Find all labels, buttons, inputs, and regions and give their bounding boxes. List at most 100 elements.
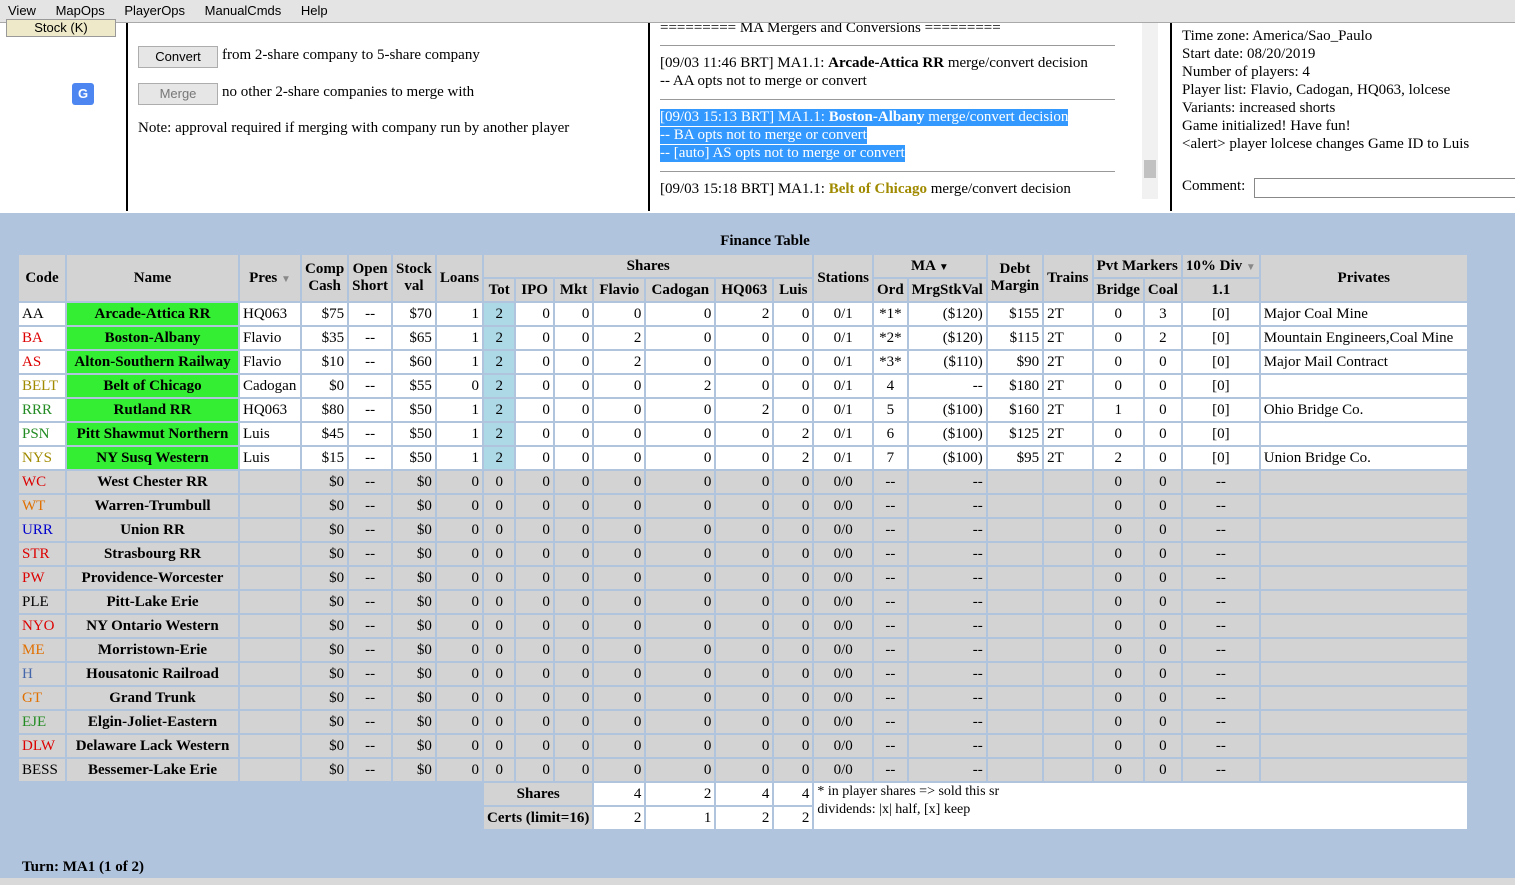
header-debt-margin[interactable]: Debt Margin: [987, 255, 1043, 301]
cell-name[interactable]: NY Ontario Western: [67, 615, 238, 637]
header-open-short[interactable]: Open Short: [349, 255, 392, 301]
cell-code[interactable]: WC: [19, 471, 65, 493]
header-ma[interactable]: MA ▼: [874, 255, 986, 277]
header-player-cadogan[interactable]: Cadogan: [646, 279, 715, 301]
cell-code[interactable]: ME: [19, 639, 65, 661]
cell-name[interactable]: Warren-Trumbull: [67, 495, 238, 517]
header-code[interactable]: Code: [19, 255, 65, 301]
cell-code[interactable]: GT: [19, 687, 65, 709]
header-pres[interactable]: Pres ▼: [240, 255, 300, 301]
cell-code[interactable]: RRR: [19, 399, 65, 421]
header-stations[interactable]: Stations: [814, 255, 872, 301]
cell-name[interactable]: Alton-Southern Railway: [67, 351, 238, 373]
header-bridge[interactable]: Bridge: [1093, 279, 1143, 301]
cell-debt: $115: [987, 327, 1043, 349]
cell-h: 0: [716, 519, 773, 541]
cell-code[interactable]: DLW: [19, 735, 65, 757]
header-privates[interactable]: Privates: [1260, 255, 1467, 301]
cell-code[interactable]: PSN: [19, 423, 65, 445]
header-loans[interactable]: Loans: [436, 255, 483, 301]
cell-code[interactable]: WT: [19, 495, 65, 517]
header-ord[interactable]: Ord: [874, 279, 907, 301]
finance-table: Code Name Pres ▼ Comp Cash Open Short Stoc…: [17, 253, 1469, 831]
cell-code[interactable]: PLE: [19, 591, 65, 613]
cell-tot: 0: [484, 591, 515, 613]
header-player-luis[interactable]: Luis: [774, 279, 813, 301]
header-stock-val[interactable]: Stock val: [393, 255, 435, 301]
header-tot[interactable]: Tot: [484, 279, 515, 301]
cell-ord: *1*: [874, 303, 907, 325]
header-mrgstkval[interactable]: MrgStkVal: [908, 279, 986, 301]
header-div-round: 1.1: [1182, 279, 1259, 301]
summary-shares-luis: 4: [774, 783, 813, 805]
cell-code[interactable]: URR: [19, 519, 65, 541]
cell-pres: Luis: [240, 423, 300, 445]
cell-code[interactable]: AS: [19, 351, 65, 373]
menu-mapops[interactable]: MapOps: [48, 0, 113, 18]
cell-code[interactable]: BA: [19, 327, 65, 349]
header-coal[interactable]: Coal: [1144, 279, 1181, 301]
cell-name[interactable]: Pitt Shawmut Northern: [67, 423, 238, 445]
cell-code[interactable]: BELT: [19, 375, 65, 397]
header-div[interactable]: 10% Div ▼: [1182, 255, 1259, 277]
comment-input[interactable]: [1254, 178, 1515, 198]
header-comp-cash[interactable]: Comp Cash: [302, 255, 348, 301]
player-count-text: Number of players: 4: [1182, 64, 1310, 80]
translate-icon[interactable]: G: [72, 83, 94, 105]
header-name[interactable]: Name: [67, 255, 238, 301]
cell-name[interactable]: Boston-Albany: [67, 327, 238, 349]
cell-ipo: 0: [516, 615, 553, 637]
cell-f: 0: [594, 375, 645, 397]
cell-name[interactable]: Union RR: [67, 519, 238, 541]
convert-button[interactable]: Convert: [138, 46, 218, 68]
cell-name[interactable]: Delaware Lack Western: [67, 735, 238, 757]
cell-name[interactable]: Arcade-Attica RR: [67, 303, 238, 325]
cell-name[interactable]: Elgin-Joliet-Eastern: [67, 711, 238, 733]
cell-code[interactable]: STR: [19, 543, 65, 565]
cell-trains: 2T: [1044, 303, 1092, 325]
cell-name[interactable]: Grand Trunk: [67, 687, 238, 709]
header-player-hq063[interactable]: HQ063: [716, 279, 773, 301]
cell-bridge: 0: [1093, 495, 1143, 517]
cell-priv: [1260, 735, 1467, 757]
cell-name[interactable]: Pitt-Lake Erie: [67, 591, 238, 613]
game-log[interactable]: ========= MA Mergers and Conversions ===…: [650, 23, 1172, 211]
cell-code[interactable]: EJE: [19, 711, 65, 733]
menu-help[interactable]: Help: [293, 0, 336, 18]
cell-code[interactable]: BESS: [19, 759, 65, 781]
cell-name[interactable]: Morristown-Erie: [67, 639, 238, 661]
cell-name[interactable]: Housatonic Railroad: [67, 663, 238, 685]
header-player-flavio[interactable]: Flavio: [594, 279, 645, 301]
cell-pres: [240, 471, 300, 493]
header-trains[interactable]: Trains: [1044, 255, 1092, 301]
log-scrollbar[interactable]: [1142, 23, 1158, 199]
merge-button[interactable]: Merge: [138, 83, 218, 105]
cell-code[interactable]: NYS: [19, 447, 65, 469]
horizontal-scrollbar[interactable]: [0, 878, 1515, 885]
cell-name[interactable]: Belt of Chicago: [67, 375, 238, 397]
cell-coal: 0: [1144, 351, 1181, 373]
cell-l: 0: [774, 375, 813, 397]
cell-name[interactable]: NY Susq Western: [67, 447, 238, 469]
menu-view[interactable]: View: [0, 0, 44, 18]
cell-mrg: --: [908, 471, 986, 493]
menu-playerops[interactable]: PlayerOps: [116, 0, 193, 18]
scrollbar-thumb[interactable]: [1144, 160, 1156, 178]
cell-code[interactable]: PW: [19, 567, 65, 589]
cell-pres: HQ063: [240, 303, 300, 325]
cell-ord: 6: [874, 423, 907, 445]
cell-code[interactable]: AA: [19, 303, 65, 325]
cell-name[interactable]: Providence-Worcester: [67, 567, 238, 589]
cell-name[interactable]: Strasbourg RR: [67, 543, 238, 565]
menu-manualcmds[interactable]: ManualCmds: [197, 0, 290, 18]
cell-name[interactable]: Rutland RR: [67, 399, 238, 421]
cell-name[interactable]: West Chester RR: [67, 471, 238, 493]
header-mkt[interactable]: Mkt: [554, 279, 593, 301]
cell-code[interactable]: NYO: [19, 615, 65, 637]
cell-code[interactable]: H: [19, 663, 65, 685]
cell-l: 0: [774, 759, 813, 781]
stock-button[interactable]: Stock (K): [6, 19, 116, 37]
header-ipo[interactable]: IPO: [516, 279, 553, 301]
cell-name[interactable]: Bessemer-Lake Erie: [67, 759, 238, 781]
company-row: DLW Delaware Lack Western $0 -- $0 0 0 0 0 0 0 0 0 0/…: [19, 735, 1467, 757]
